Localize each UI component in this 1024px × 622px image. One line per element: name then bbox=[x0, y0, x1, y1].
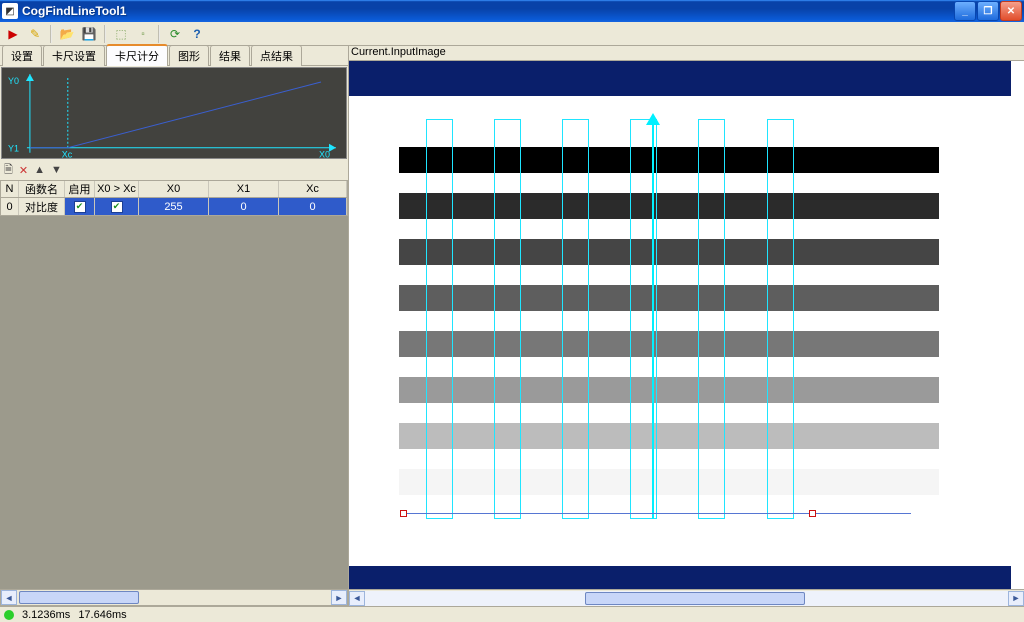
scroll-thumb[interactable] bbox=[585, 592, 805, 605]
status-time-2: 17.646ms bbox=[78, 609, 126, 621]
col-cond[interactable]: X0 > Xc bbox=[95, 181, 139, 197]
status-ok-icon bbox=[4, 610, 14, 620]
tab-caliper-scoring[interactable]: 卡尺计分 bbox=[106, 44, 168, 66]
gray-bar bbox=[399, 285, 939, 311]
cell-x0[interactable]: 255 bbox=[139, 198, 209, 215]
maximize-button[interactable]: ❐ bbox=[977, 1, 999, 21]
tool-b-icon[interactable]: ⬞ bbox=[134, 25, 152, 43]
move-down-icon[interactable]: ▼ bbox=[51, 164, 62, 176]
cell-x1[interactable]: 0 bbox=[209, 198, 279, 215]
scroll-thumb[interactable] bbox=[19, 591, 139, 604]
grid-toolbar: 🗎 ✕ ▲ ▼ bbox=[0, 160, 348, 180]
status-time-1: 3.1236ms bbox=[22, 609, 70, 621]
col-xc[interactable]: Xc bbox=[279, 181, 347, 197]
col-func[interactable]: 函数名 bbox=[19, 181, 65, 197]
image-h-scrollbar[interactable]: ◄ ► bbox=[349, 589, 1024, 606]
table-row[interactable]: 0 对比度 ✔ ✔ 255 0 0 bbox=[0, 198, 348, 216]
col-enable[interactable]: 启用 bbox=[65, 181, 95, 197]
cell-xc[interactable]: 0 bbox=[279, 198, 347, 215]
found-line bbox=[403, 513, 911, 514]
add-row-icon[interactable]: 🗎 bbox=[4, 161, 13, 180]
scroll-left-icon[interactable]: ◄ bbox=[349, 591, 365, 606]
cell-name: 对比度 bbox=[19, 198, 65, 215]
tab-settings[interactable]: 设置 bbox=[2, 45, 42, 66]
scroll-right-icon[interactable]: ► bbox=[331, 590, 347, 605]
grid-body-empty bbox=[0, 216, 348, 589]
bottom-band bbox=[349, 566, 1011, 589]
window-title: CogFindLineTool1 bbox=[22, 4, 954, 18]
right-pane: Current.InputImage ◄ ► bbox=[349, 46, 1024, 606]
open-icon[interactable]: 📂 bbox=[58, 25, 76, 43]
toolbar: ▶ ✎ 📂 💾 ⬚ ⬞ ⟳ ? bbox=[0, 22, 1024, 46]
region-handle-right[interactable] bbox=[809, 510, 816, 517]
app-icon: ◩ bbox=[2, 3, 18, 19]
status-bar: 3.1236ms 17.646ms bbox=[0, 606, 1024, 622]
left-pane: 设置 卡尺设置 卡尺计分 图形 结果 点结果 Y0 Y1 X0 Xc 🗎 bbox=[0, 46, 349, 606]
direction-arrow-icon bbox=[646, 113, 660, 125]
save-icon[interactable]: 💾 bbox=[80, 25, 98, 43]
tab-results[interactable]: 结果 bbox=[210, 45, 250, 66]
cell-enabled[interactable]: ✔ bbox=[65, 198, 95, 215]
run-icon[interactable]: ▶ bbox=[4, 25, 22, 43]
close-button[interactable]: ✕ bbox=[1000, 1, 1022, 21]
tab-bar: 设置 卡尺设置 卡尺计分 图形 结果 点结果 bbox=[0, 46, 348, 66]
window-buttons: _ ❐ ✕ bbox=[954, 1, 1022, 21]
gray-bar bbox=[399, 331, 939, 357]
image-label: Current.InputImage bbox=[349, 46, 1024, 61]
scroll-left-icon[interactable]: ◄ bbox=[1, 590, 17, 605]
gray-bar bbox=[399, 193, 939, 219]
tool-a-icon[interactable]: ⬚ bbox=[112, 25, 130, 43]
edit-icon[interactable]: ✎ bbox=[26, 25, 44, 43]
gray-bar bbox=[399, 239, 939, 265]
scoring-graph: Y0 Y1 X0 Xc bbox=[1, 67, 347, 159]
top-band bbox=[349, 61, 1011, 96]
title-bar: ◩ CogFindLineTool1 _ ❐ ✕ bbox=[0, 0, 1024, 22]
region-handle-left[interactable] bbox=[400, 510, 407, 517]
help-icon[interactable]: ? bbox=[188, 25, 206, 43]
image-display[interactable] bbox=[349, 61, 1024, 589]
col-x1[interactable]: X1 bbox=[209, 181, 279, 197]
graph-x0-label: X0 bbox=[319, 150, 330, 160]
gray-bar bbox=[399, 377, 939, 403]
separator bbox=[158, 25, 160, 43]
tab-caliper-settings[interactable]: 卡尺设置 bbox=[43, 45, 105, 66]
cell-cond[interactable]: ✔ bbox=[95, 198, 139, 215]
separator bbox=[104, 25, 106, 43]
refresh-icon[interactable]: ⟳ bbox=[166, 25, 184, 43]
cell-n: 0 bbox=[1, 198, 19, 215]
search-direction-line[interactable] bbox=[652, 119, 654, 519]
gray-bar bbox=[399, 147, 939, 173]
graph-y0-label: Y0 bbox=[8, 76, 19, 86]
col-x0[interactable]: X0 bbox=[139, 181, 209, 197]
separator bbox=[50, 25, 52, 43]
graph-y1-label: Y1 bbox=[8, 144, 19, 154]
grid-header: N 函数名 启用 X0 > Xc X0 X1 Xc bbox=[0, 180, 348, 198]
scroll-right-icon[interactable]: ► bbox=[1008, 591, 1024, 606]
minimize-button[interactable]: _ bbox=[954, 1, 976, 21]
col-n[interactable]: N bbox=[1, 181, 19, 197]
tab-graphics[interactable]: 图形 bbox=[169, 45, 209, 66]
graph-xc-label: Xc bbox=[62, 150, 73, 160]
grid-h-scrollbar[interactable]: ◄ ► bbox=[0, 589, 348, 606]
gray-bar bbox=[399, 469, 939, 495]
delete-row-icon[interactable]: ✕ bbox=[19, 164, 28, 177]
move-up-icon[interactable]: ▲ bbox=[34, 164, 45, 176]
gray-bar bbox=[399, 423, 939, 449]
tab-point-results[interactable]: 点结果 bbox=[251, 45, 302, 66]
